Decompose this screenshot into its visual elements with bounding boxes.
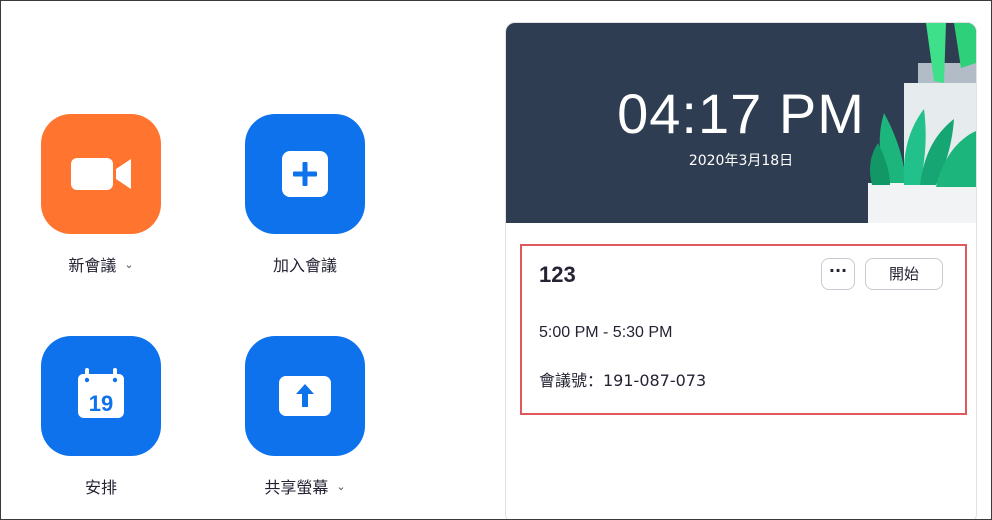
more-options-button[interactable]: ··· (821, 258, 855, 290)
calendar-icon: 19 (78, 368, 124, 418)
share-screen-button[interactable]: 共享螢幕 ⌄ (235, 336, 375, 498)
plus-icon (282, 151, 328, 197)
meeting-time-range: 5:00 PM - 5:30 PM (539, 324, 673, 341)
schedule-tile[interactable]: 19 (41, 336, 161, 456)
join-meeting-tile[interactable] (245, 114, 365, 234)
schedule-button[interactable]: 19 安排 (31, 336, 171, 498)
chevron-down-icon[interactable]: ⌄ (124, 258, 133, 271)
chevron-down-icon[interactable]: ⌄ (336, 480, 345, 493)
share-screen-tile[interactable] (245, 336, 365, 456)
meeting-id: 會議號：191-087-073 (539, 371, 707, 390)
share-screen-label: 共享螢幕 (264, 478, 329, 497)
upcoming-meeting-card[interactable]: 123 ··· 開始 5:00 PM - 5:30 PM 會議號：191-087… (520, 244, 967, 415)
upcoming-meetings-panel: 04:17 PM 2020年3月18日 123 ··· 開始 5:00 PM -… (505, 22, 977, 519)
meeting-title: 123 (539, 262, 576, 287)
upload-arrow-icon (279, 376, 331, 416)
video-camera-icon (71, 158, 131, 190)
calendar-day-number: 19 (89, 391, 113, 416)
schedule-label: 安排 (84, 478, 117, 497)
new-meeting-button[interactable]: 新會議 ⌄ (31, 114, 171, 276)
new-meeting-tile[interactable] (41, 114, 161, 234)
zoom-home-window: 新會議 ⌄ 加入會議 19 安排 共享螢幕 ⌄ 04:17 PM 2020年3月… (0, 0, 992, 520)
join-meeting-button[interactable]: 加入會議 (235, 114, 375, 276)
new-meeting-label: 新會議 (68, 256, 117, 275)
current-date: 2020年3月18日 (688, 153, 794, 169)
clock-header: 04:17 PM 2020年3月18日 (506, 23, 976, 223)
start-meeting-button[interactable]: 開始 (865, 258, 943, 290)
current-time: 04:17 PM (617, 82, 865, 145)
join-meeting-label: 加入會議 (272, 256, 337, 275)
